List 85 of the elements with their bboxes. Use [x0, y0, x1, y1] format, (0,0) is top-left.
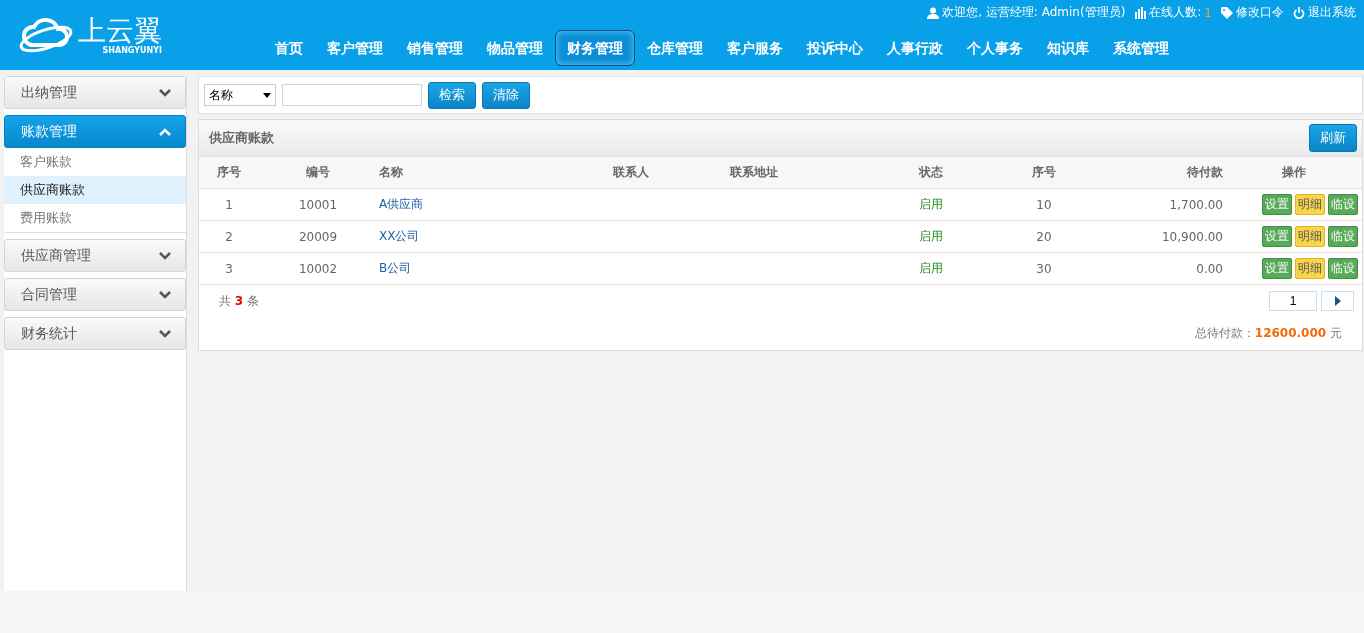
online-label: 在线人数:: [1149, 4, 1202, 21]
caret-icon: [263, 92, 271, 98]
nav-tab[interactable]: 投诉中心: [795, 30, 875, 66]
bar-chart-icon: [1134, 6, 1147, 19]
action-button[interactable]: 明细: [1295, 258, 1325, 279]
sidebar-item[interactable]: 客户账款: [4, 148, 186, 176]
logo-text: 上云翼: [78, 15, 162, 46]
table-cell: 30: [1012, 252, 1076, 285]
nav-tab[interactable]: 物品管理: [475, 30, 555, 66]
table-cell: 10001: [259, 188, 377, 221]
status-text: 启用: [850, 252, 1012, 285]
action-button[interactable]: 临设: [1328, 258, 1358, 279]
action-button[interactable]: 临设: [1328, 226, 1358, 247]
record-count: 共 3 条: [219, 292, 259, 310]
chevron-icon: [159, 127, 171, 136]
power-icon: [1293, 6, 1305, 19]
action-button[interactable]: 设置: [1262, 226, 1292, 247]
refresh-button[interactable]: 刷新: [1309, 124, 1357, 152]
table-cell: 3: [199, 252, 259, 285]
column-header: 联系人: [588, 157, 674, 189]
logout-link[interactable]: 退出系统: [1308, 4, 1356, 21]
nav-tab[interactable]: 系统管理: [1101, 30, 1181, 66]
sidebar-group-header[interactable]: 合同管理: [4, 278, 186, 311]
table-cell: 0.00: [1076, 252, 1225, 285]
user-icon: [927, 6, 940, 19]
sidebar-item[interactable]: 供应商账款: [4, 176, 186, 204]
next-icon: [1334, 296, 1341, 306]
nav-tab[interactable]: 销售管理: [395, 30, 475, 66]
welcome-text: 欢迎您, 运营经理: Admin(管理员): [942, 4, 1126, 21]
nav-tab[interactable]: 客户管理: [315, 30, 395, 66]
column-header: 状态: [850, 157, 1012, 189]
table-cell: 10,900.00: [1076, 220, 1225, 253]
table-cell: 10002: [259, 252, 377, 285]
action-button[interactable]: 设置: [1262, 258, 1292, 279]
column-header: 联系地址: [674, 157, 850, 189]
table-cell: 20009: [259, 220, 377, 253]
field-select[interactable]: 名称: [204, 84, 276, 106]
supplier-link[interactable]: B公司: [379, 261, 412, 275]
chevron-icon: [159, 88, 171, 97]
column-header: 序号: [1012, 157, 1076, 189]
logo-subtext: SHANGYUNYI: [102, 45, 162, 55]
search-field[interactable]: [282, 84, 422, 106]
table-cell: 20: [1012, 220, 1076, 253]
total-payable: 总待付款：12600.000 元: [1193, 325, 1343, 342]
sidebar-group-header[interactable]: 财务统计: [4, 317, 186, 350]
nav-tab[interactable]: 仓库管理: [635, 30, 715, 66]
column-header: 名称: [377, 157, 588, 189]
nav-tab[interactable]: 知识库: [1035, 30, 1101, 66]
column-header: 待付款: [1076, 157, 1225, 189]
nav-tab[interactable]: 财务管理: [555, 30, 635, 66]
nav-tab[interactable]: 首页: [263, 30, 315, 66]
supplier-link[interactable]: XX公司: [379, 229, 420, 243]
chevron-icon: [159, 251, 171, 260]
action-button[interactable]: 临设: [1328, 194, 1358, 215]
nav-tab[interactable]: 客户服务: [715, 30, 795, 66]
online-count: 1: [1204, 5, 1212, 20]
sidebar-item[interactable]: 费用账款: [4, 204, 186, 232]
action-button[interactable]: 明细: [1295, 194, 1325, 215]
column-header: 序号: [199, 157, 259, 189]
table-cell: 1,700.00: [1076, 188, 1225, 221]
tag-icon: [1221, 6, 1233, 19]
nav-tab[interactable]: 人事行政: [875, 30, 955, 66]
status-text: 启用: [850, 188, 1012, 221]
sidebar-group-header[interactable]: 供应商管理: [4, 239, 186, 272]
table-cell: 1: [199, 188, 259, 221]
column-header: 编号: [259, 157, 377, 189]
supplier-link[interactable]: A供应商: [379, 197, 424, 211]
clear-button[interactable]: 清除: [482, 81, 530, 109]
table-cell: 10: [1012, 188, 1076, 221]
sidebar-group-header[interactable]: 出纳管理: [4, 76, 186, 109]
column-header: 操作: [1225, 157, 1362, 189]
nav-tab[interactable]: 个人事务: [955, 30, 1035, 66]
change-password-link[interactable]: 修改口令: [1236, 4, 1284, 21]
status-text: 启用: [850, 220, 1012, 253]
panel-title: 供应商账款: [209, 129, 274, 147]
next-page-button[interactable]: [1321, 291, 1354, 311]
cloud-logo-icon: [18, 15, 74, 55]
search-button[interactable]: 检索: [428, 81, 476, 109]
chevron-icon: [159, 329, 171, 338]
sidebar-group-header[interactable]: 账款管理: [4, 115, 186, 148]
chevron-icon: [159, 290, 171, 299]
action-button[interactable]: 设置: [1262, 194, 1292, 215]
table-cell: 2: [199, 220, 259, 253]
page-number-field[interactable]: 1: [1269, 291, 1317, 311]
action-button[interactable]: 明细: [1295, 226, 1325, 247]
